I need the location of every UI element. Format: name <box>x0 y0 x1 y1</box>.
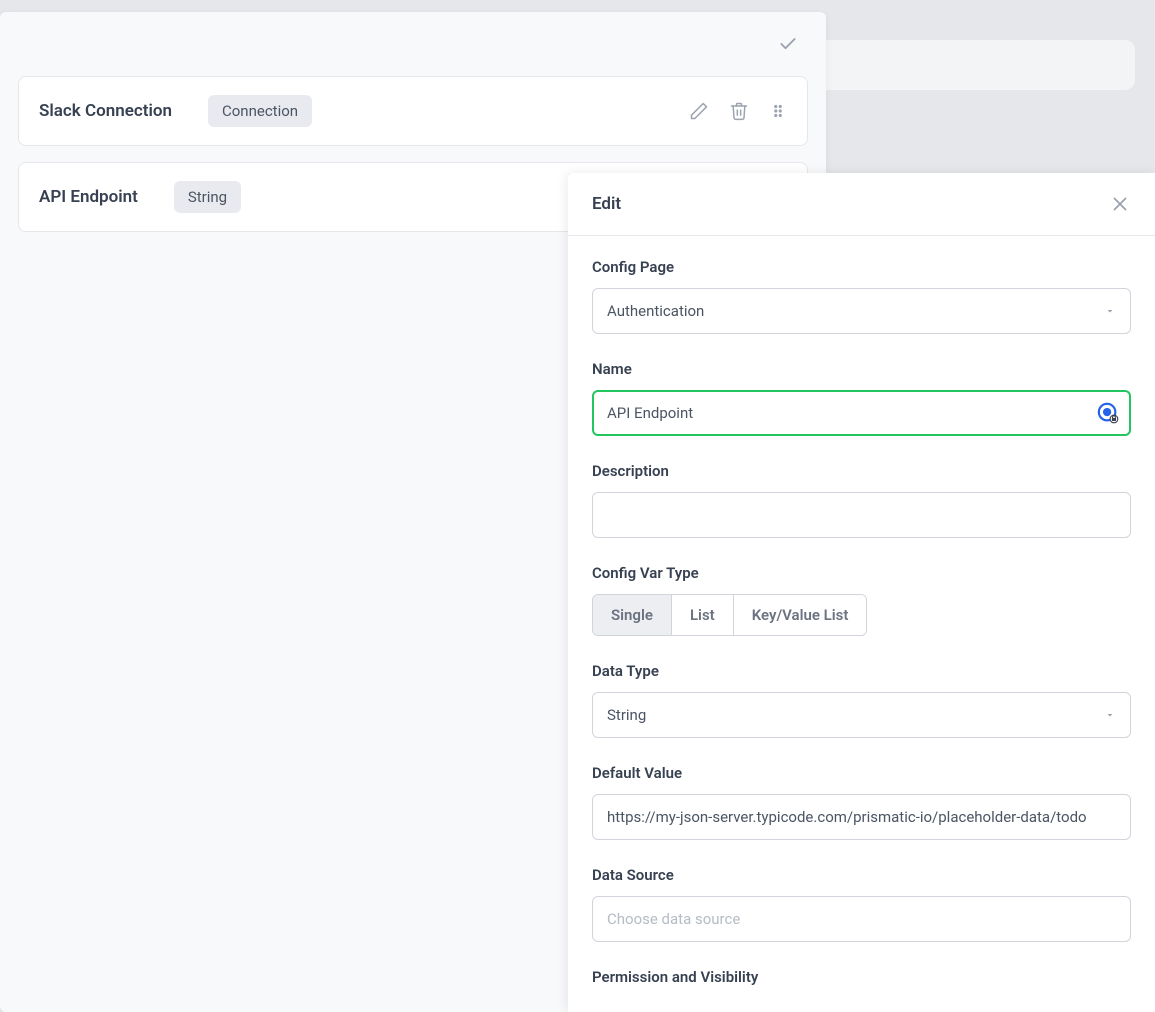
config-row-title: API Endpoint <box>39 187 138 207</box>
data-type-label: Data Type <box>592 662 1131 680</box>
edit-panel: Edit Config Page Authentication Name Des… <box>568 173 1155 1012</box>
default-value-label: Default Value <box>592 764 1131 782</box>
description-label: Description <box>592 462 1131 480</box>
chevron-down-icon <box>1104 709 1116 721</box>
check-icon[interactable] <box>778 34 798 58</box>
config-page-select[interactable]: Authentication <box>592 288 1131 334</box>
config-row-type-chip: String <box>174 181 241 213</box>
data-type-select[interactable]: String <box>592 692 1131 738</box>
default-value-input[interactable] <box>592 794 1131 840</box>
permission-label: Permission and Visibility <box>592 968 1131 986</box>
name-input[interactable] <box>592 390 1131 436</box>
chevron-down-icon <box>1104 305 1116 317</box>
config-var-type-list[interactable]: List <box>672 595 734 635</box>
config-row-type-chip: Connection <box>208 95 312 127</box>
config-row-slack-connection[interactable]: Slack Connection Connection <box>18 76 808 146</box>
config-row-title: Slack Connection <box>39 101 172 121</box>
config-var-type-segmented: Single List Key/Value List <box>592 594 867 636</box>
name-label: Name <box>592 360 1131 378</box>
delete-icon[interactable] <box>729 101 749 121</box>
description-input[interactable] <box>592 492 1131 538</box>
config-var-type-single[interactable]: Single <box>593 595 672 635</box>
edit-panel-header: Edit <box>568 173 1155 236</box>
data-source-input[interactable] <box>592 896 1131 942</box>
edit-panel-title: Edit <box>592 194 621 214</box>
close-icon[interactable] <box>1109 193 1131 215</box>
edit-icon[interactable] <box>689 101 709 121</box>
data-source-label: Data Source <box>592 866 1131 884</box>
data-type-value: String <box>607 706 646 724</box>
config-page-label: Config Page <box>592 258 1131 276</box>
config-var-type-keyvalue[interactable]: Key/Value List <box>734 595 867 635</box>
drag-handle-icon[interactable] <box>769 102 787 120</box>
config-var-type-label: Config Var Type <box>592 564 1131 582</box>
config-page-value: Authentication <box>607 302 704 320</box>
